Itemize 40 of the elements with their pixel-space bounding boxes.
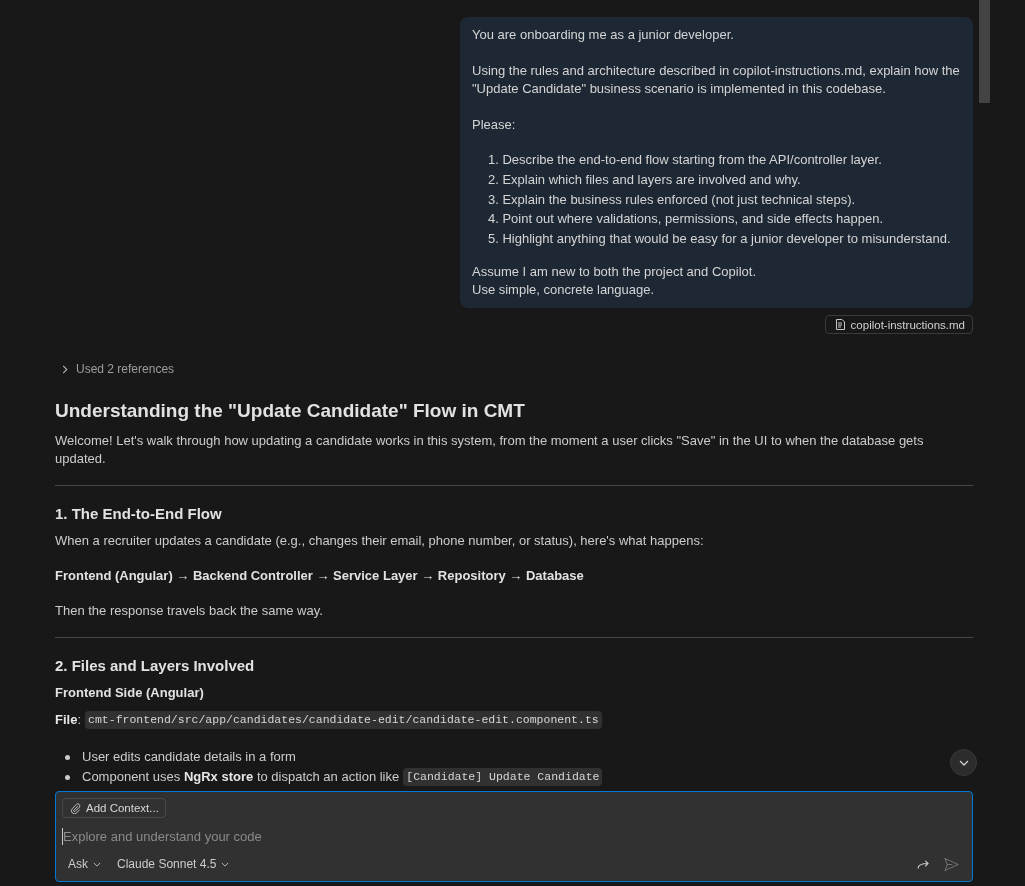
mode-dropdown[interactable]: Ask xyxy=(64,855,105,873)
numbered-list-item: 5. Highlight anything that would be easy for a junior developer to misunderstand. xyxy=(488,230,952,248)
subsection-heading: Frontend Side (Angular) xyxy=(55,684,205,702)
references-toggle[interactable]: Used 2 references xyxy=(62,360,175,378)
bullet-icon xyxy=(65,754,70,760)
bold-paragraph: Frontend (Angular) → Backend Controller → Service Layer → Repository → Database xyxy=(55,567,585,585)
response-paragraph: Welcome! Let's walk through how updating a candidate works in this system, from the moment a user clicks "Save" in the UI to when the database gets updated. xyxy=(55,432,925,468)
text-cursor-icon xyxy=(62,827,63,845)
message-line: Assume I am new to both the project and Copilot. xyxy=(472,263,757,281)
section-heading: 1. The End-to-End Flow xyxy=(55,504,223,524)
model-dropdown[interactable]: Claude Sonnet 4.5 xyxy=(113,855,234,873)
section-heading: 2. Files and Layers Involved xyxy=(55,656,256,676)
bullet-icon xyxy=(65,774,70,780)
response-title: Understanding the "Update Candidate" Flow in CMT xyxy=(55,399,526,423)
add-context-button[interactable]: Add Context... xyxy=(62,798,166,818)
message-line: Use simple, concrete language. xyxy=(472,281,656,299)
message-paragraph: Using the rules and architecture described in copilot-instructions.md, explain how the "Update Candidate" business scenario is implemented in this codebase. xyxy=(472,62,961,98)
scroll-down-button[interactable] xyxy=(950,749,977,776)
bullet-item-text: User edits candidate details in a form xyxy=(82,748,296,766)
numbered-list-item: 4. Point out where validations, permissions, and side effects happen. xyxy=(488,210,885,229)
message-input-field[interactable]: Explore and understand your code xyxy=(63,827,966,845)
message-paragraph: Please: xyxy=(472,116,517,134)
attachment-chip[interactable]: copilot-instructions.md xyxy=(824,315,973,334)
scrollbar-thumb[interactable] xyxy=(979,0,990,103)
paperclip-icon xyxy=(70,802,81,814)
numbered-list-item: 3. Explain the business rules enforced (not just technical steps). xyxy=(488,190,857,209)
file-icon xyxy=(835,319,845,330)
inline-code: [Candidate] Update Candidate xyxy=(403,768,603,786)
chevron-down-icon xyxy=(958,759,969,766)
response-paragraph: When a recruiter updates a candidate (e.g., changes their email, phone number, or status), here's what happens: xyxy=(55,532,705,550)
curved-arrow-icon[interactable] xyxy=(917,859,930,869)
numbered-list-item: 1. Describe the end-to-end flow starting from the API/controller layer. xyxy=(488,151,883,169)
chevron-down-icon xyxy=(221,861,230,867)
file-label: File: xyxy=(55,711,82,729)
response-paragraph: Then the response travels back the same way. xyxy=(55,602,324,620)
numbered-list-item: 2. Explain which files and layers are involved and why. xyxy=(488,170,802,189)
message-paragraph: You are onboarding me as a junior developer. xyxy=(472,26,735,44)
bullet-item-text: Component uses NgRx store to dispatch an action like xyxy=(82,768,400,786)
chevron-down-icon xyxy=(93,861,101,867)
file-path-code: cmt-frontend/src/app/candidates/candidate-edit/candidate-edit.component.ts xyxy=(85,711,602,729)
